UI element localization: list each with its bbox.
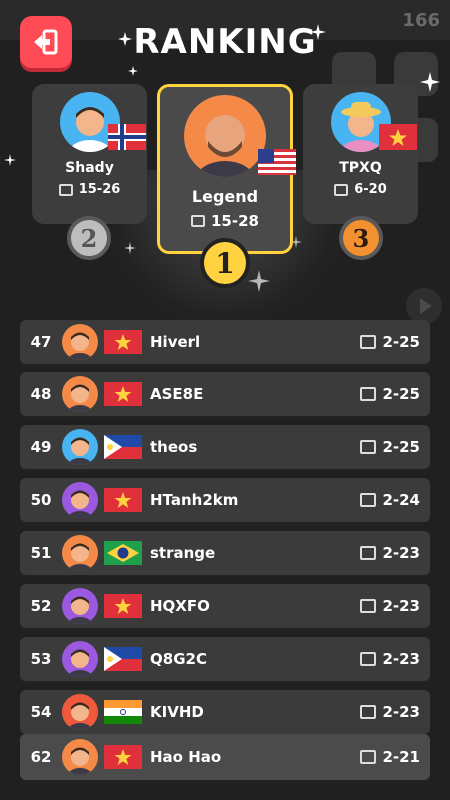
book-icon (360, 440, 377, 454)
player-score: 15-28 (191, 212, 259, 230)
book-icon (360, 546, 377, 560)
india-flag-icon (104, 700, 142, 724)
rank-number: 52 (30, 597, 52, 615)
book-icon (360, 493, 377, 507)
rank-number: 54 (30, 703, 52, 721)
table-row[interactable]: 49 theos 2-25 (20, 425, 430, 469)
avatar (62, 324, 98, 360)
player-score: 15-26 (58, 182, 120, 197)
avatar (62, 588, 98, 624)
player-name: KIVHD (150, 703, 204, 721)
sparkle-icon (420, 72, 440, 92)
player-score: 6-20 (334, 182, 387, 197)
vietnam-flag-icon (104, 594, 142, 618)
table-row[interactable]: 50 HTanh2km 2-24 (20, 478, 430, 522)
avatar (62, 376, 98, 412)
player-score: 2-25 (360, 438, 420, 456)
avatar (62, 694, 98, 730)
rank-number: 48 (30, 385, 52, 403)
avatar (62, 641, 98, 677)
podium-card-first[interactable]: Legend 15-28 (157, 84, 296, 254)
rank-number: 62 (30, 748, 52, 766)
book-icon (360, 750, 377, 764)
podium-card-third[interactable]: TPXQ 6-20 (303, 84, 418, 224)
norway-flag-icon (107, 124, 146, 150)
philippines-flag-icon (104, 435, 142, 459)
first-place-medal: 1 (200, 238, 250, 288)
player-name: strange (150, 544, 216, 562)
table-row[interactable]: 53 Q8G2C 2-23 (20, 637, 430, 681)
avatar (184, 95, 266, 177)
rank-number: 49 (30, 438, 52, 456)
usa-flag-icon (258, 149, 296, 175)
page-title: RANKING (133, 22, 317, 62)
vietnam-flag-icon (104, 488, 142, 512)
book-icon (360, 599, 377, 613)
player-name: HQXFO (150, 597, 210, 615)
third-place-medal: 3 (339, 216, 383, 260)
background-play-icon (406, 288, 442, 324)
book-icon (58, 183, 73, 196)
sparkle-icon (118, 32, 132, 46)
vietnam-flag-icon (378, 124, 417, 150)
player-score: 2-23 (360, 703, 420, 721)
avatar (62, 535, 98, 571)
sparkle-icon (128, 66, 138, 76)
player-score: 2-25 (360, 333, 420, 351)
table-row[interactable]: 52 HQXFO 2-23 (20, 584, 430, 628)
rank-number: 53 (30, 650, 52, 668)
player-score: 2-25 (360, 385, 420, 403)
player-score: 2-23 (360, 597, 420, 615)
player-name: Hao Hao (150, 748, 222, 766)
vietnam-flag-icon (104, 745, 142, 769)
vietnam-flag-icon (104, 330, 142, 354)
table-row[interactable]: 51 strange 2-23 (20, 531, 430, 575)
book-icon (334, 183, 349, 196)
player-name: ASE8E (150, 385, 204, 403)
rank-number: 50 (30, 491, 52, 509)
rank-number: 47 (30, 333, 52, 351)
book-icon (360, 387, 377, 401)
player-score: 2-23 (360, 544, 420, 562)
current-user-row[interactable]: 62 Hao Hao 2-21 (20, 734, 430, 780)
player-name: theos (150, 438, 198, 456)
sparkle-icon (4, 154, 16, 166)
book-icon (360, 705, 377, 719)
book-icon (360, 652, 377, 666)
sparkle-icon (310, 24, 326, 40)
philippines-flag-icon (104, 647, 142, 671)
player-score: 2-23 (360, 650, 420, 668)
player-name: Hiverl (150, 333, 201, 351)
podium-card-second[interactable]: Shady 15-26 (32, 84, 147, 224)
avatar (62, 739, 98, 775)
book-icon (360, 335, 377, 349)
vietnam-flag-icon (104, 382, 142, 406)
player-score: 2-24 (360, 491, 420, 509)
player-score: 2-21 (360, 748, 420, 766)
rank-number: 51 (30, 544, 52, 562)
brazil-flag-icon (104, 541, 142, 565)
avatar (62, 482, 98, 518)
player-name: Legend (191, 187, 259, 206)
avatar (62, 429, 98, 465)
second-place-medal: 2 (67, 216, 111, 260)
table-row[interactable]: 47 Hiverl 2-25 (20, 320, 430, 364)
player-name: Q8G2C (150, 650, 207, 668)
player-name: TPXQ (339, 160, 382, 176)
table-row[interactable]: 48 ASE8E 2-25 (20, 372, 430, 416)
table-row[interactable]: 54 KIVHD 2-23 (20, 690, 430, 734)
player-name: HTanh2km (150, 491, 239, 509)
book-icon (191, 215, 205, 227)
player-name: Shady (65, 160, 114, 176)
